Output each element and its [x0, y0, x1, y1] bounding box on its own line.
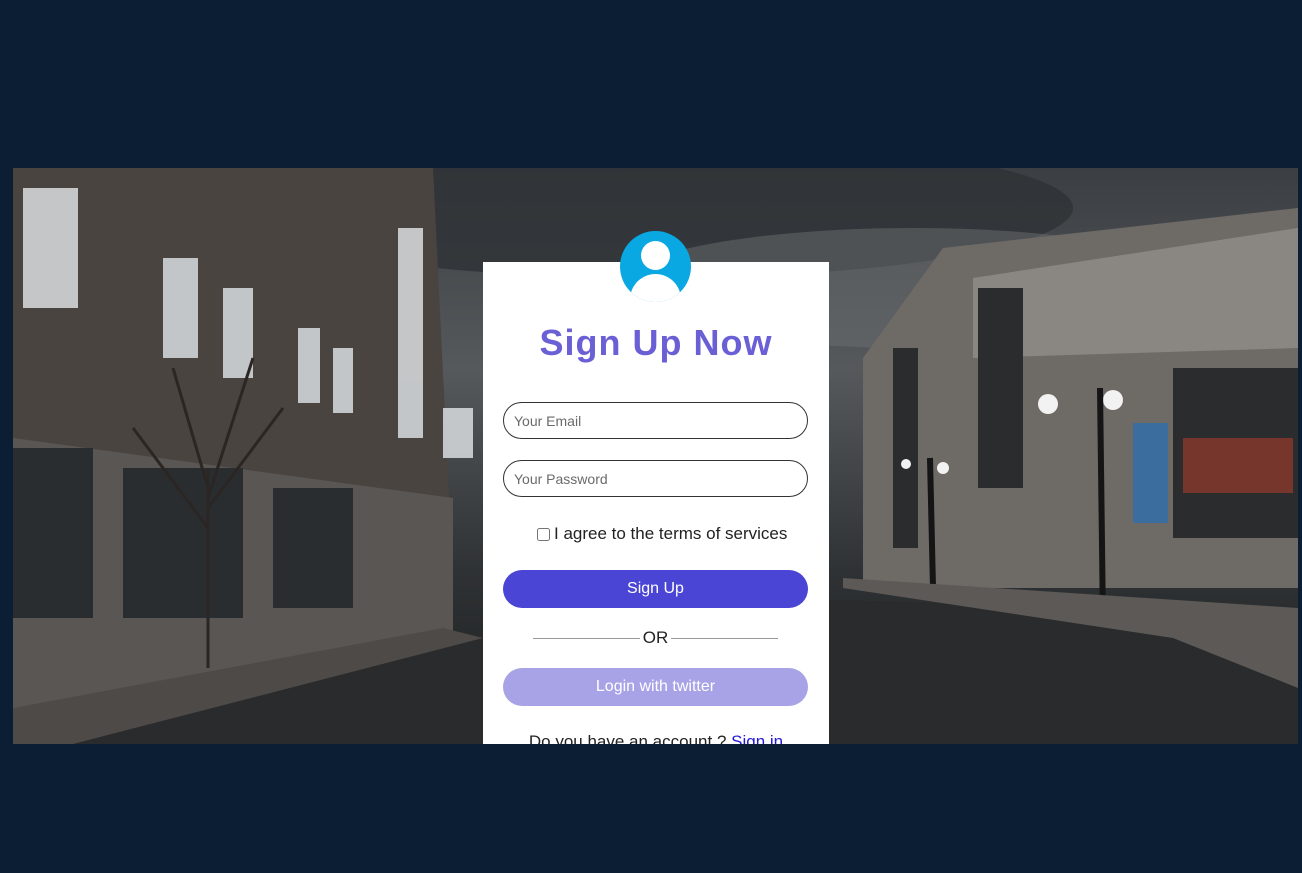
sign-in-link[interactable]: Sign in — [731, 732, 783, 744]
or-divider: OR — [533, 628, 778, 648]
or-label: OR — [642, 628, 669, 647]
twitter-login-button[interactable]: Login with twitter — [503, 668, 808, 706]
terms-label: I agree to the terms of services — [554, 524, 788, 543]
divider-line-right — [671, 637, 778, 639]
account-prompt-text: Do you have an account ? — [528, 732, 727, 744]
sign-up-button[interactable]: Sign Up — [503, 570, 808, 608]
account-prompt: Do you have an account ? Sign in — [483, 732, 829, 744]
user-avatar-icon — [620, 231, 691, 302]
email-field[interactable] — [503, 402, 808, 439]
terms-agreement: I agree to the terms of services — [537, 524, 787, 544]
hero-background-image: Sign Up Now I agree to the terms of serv… — [13, 168, 1298, 744]
divider-line-left — [533, 637, 640, 639]
signup-card: Sign Up Now I agree to the terms of serv… — [483, 262, 829, 744]
password-field[interactable] — [503, 460, 808, 497]
terms-checkbox[interactable] — [537, 527, 550, 541]
page-title: Sign Up Now — [539, 322, 773, 363]
